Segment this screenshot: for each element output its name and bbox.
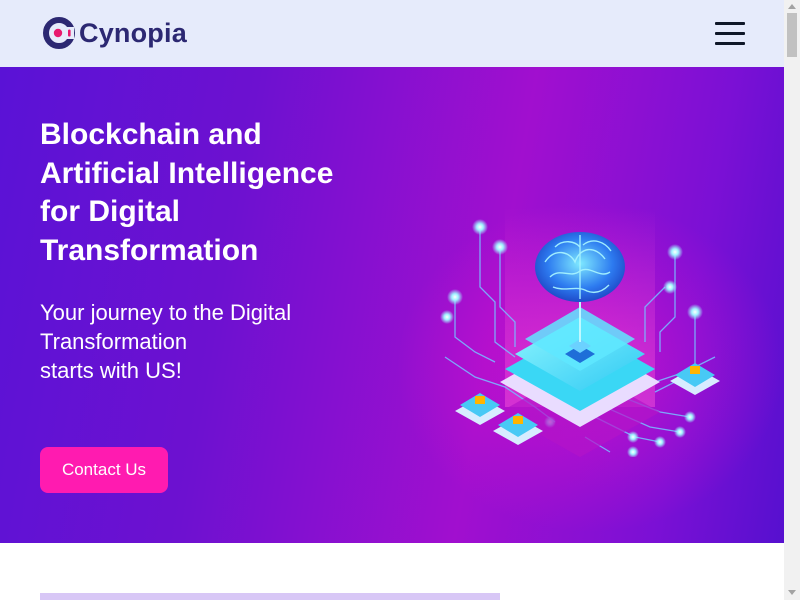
hero-subtitle-line: Your journey to the Digital [40, 300, 292, 325]
hero-subtitle-line: Transformation [40, 329, 188, 354]
contact-us-button[interactable]: Contact Us [40, 447, 168, 493]
scroll-up-arrow-icon[interactable] [788, 4, 796, 9]
hero-subtitle-line: starts with US! [40, 358, 182, 383]
hero-section: Blockchain and Artificial Intelligence f… [0, 67, 784, 543]
logo-link[interactable]: Cynopia [42, 16, 187, 50]
section-heading-bar [40, 593, 500, 600]
hero-title: Blockchain and Artificial Intelligence f… [40, 118, 334, 267]
hero-subtitle: Your journey to the Digital Transformati… [40, 298, 340, 385]
scroll-thumb[interactable] [787, 13, 797, 57]
logo-text: Cynopia [79, 17, 187, 48]
site-header: Cynopia [0, 0, 784, 67]
scroll-down-arrow-icon[interactable] [788, 590, 796, 595]
cynopia-logo-icon [43, 17, 75, 49]
menu-line [715, 22, 745, 25]
menu-line [715, 42, 745, 45]
hamburger-menu-icon[interactable] [713, 21, 747, 47]
vertical-scrollbar[interactable] [784, 0, 800, 600]
menu-line [715, 32, 745, 35]
page: Cynopia Blockchain and Artificial Intell… [0, 0, 784, 600]
ai-brain-chip-icon [440, 207, 720, 457]
